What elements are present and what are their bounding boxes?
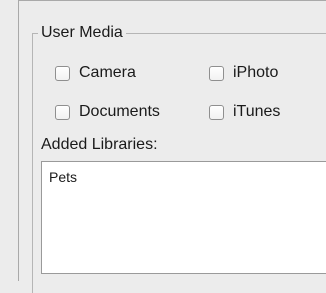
- camera-checkbox-box[interactable]: [55, 65, 70, 81]
- documents-checkbox-label: Documents: [79, 103, 160, 120]
- group-title: User Media: [38, 24, 126, 42]
- itunes-checkbox-label: iTunes: [233, 103, 281, 120]
- documents-checkbox-box[interactable]: [55, 104, 70, 120]
- list-item[interactable]: Pets: [42, 162, 326, 185]
- camera-checkbox[interactable]: Camera: [55, 64, 136, 82]
- itunes-checkbox[interactable]: iTunes: [209, 103, 280, 121]
- added-libraries-label: Added Libraries:: [41, 136, 158, 153]
- added-libraries-list[interactable]: Pets: [41, 161, 326, 274]
- iphoto-checkbox[interactable]: iPhoto: [209, 64, 278, 82]
- iphoto-checkbox-label: iPhoto: [233, 64, 279, 81]
- documents-checkbox[interactable]: Documents: [55, 103, 160, 121]
- camera-checkbox-label: Camera: [79, 64, 136, 81]
- itunes-checkbox-box[interactable]: [209, 104, 224, 120]
- iphoto-checkbox-box[interactable]: [209, 65, 224, 81]
